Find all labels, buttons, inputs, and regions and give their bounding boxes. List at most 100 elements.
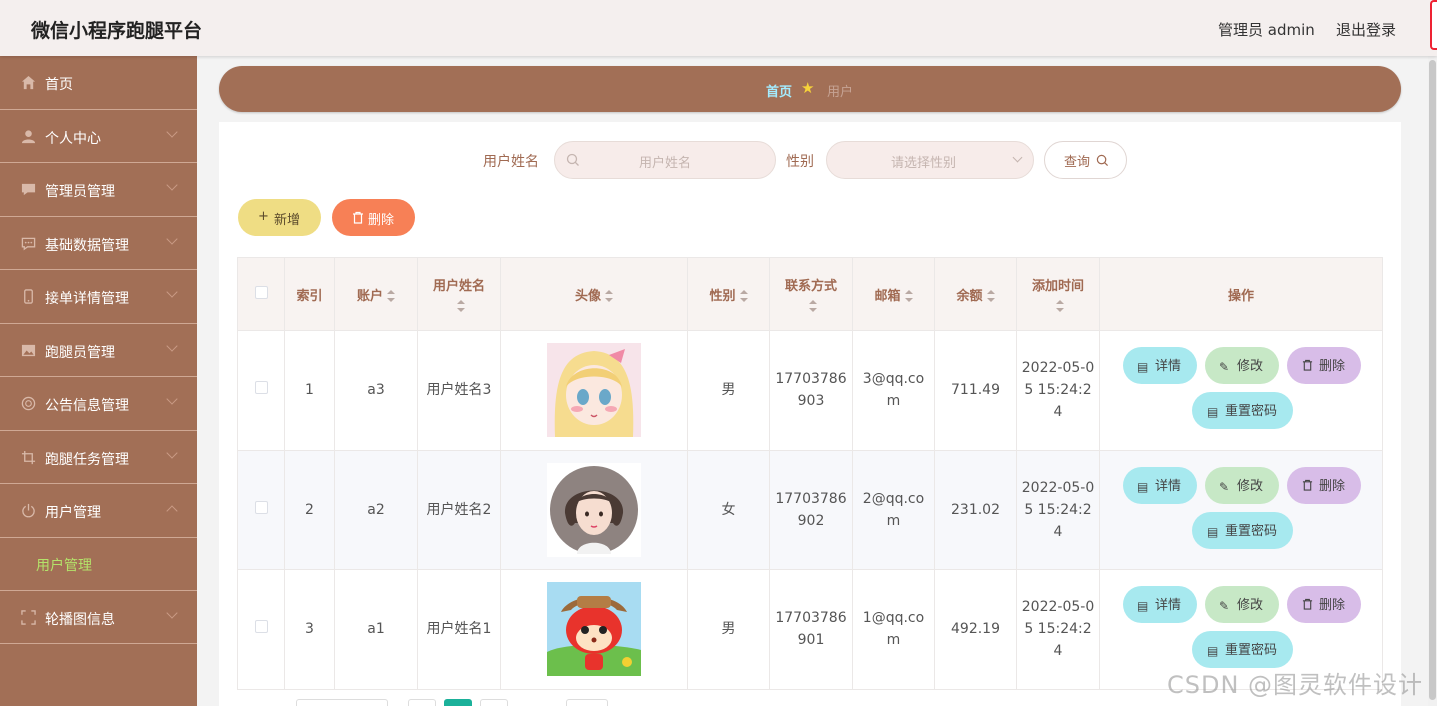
col-added-header[interactable]: 添加时间 xyxy=(1016,257,1100,331)
gender-select[interactable]: 请选择性别 xyxy=(826,141,1034,179)
col-phone: 联系方式 xyxy=(784,279,837,294)
sort-icon[interactable] xyxy=(1056,299,1064,312)
sidebar-item-profile[interactable]: 个人中心 xyxy=(0,110,197,163)
sidebar-item-label: 管理员管理 xyxy=(45,184,115,200)
scrollbar-thumb[interactable] xyxy=(1429,60,1436,700)
sidebar-item-label: 首页 xyxy=(45,77,73,93)
add-button[interactable]: + 新增 xyxy=(238,199,321,236)
sort-icon[interactable] xyxy=(387,290,395,302)
sidebar-item-admins[interactable]: 管理员管理 xyxy=(0,163,197,217)
delete-button[interactable]: 删除 xyxy=(1287,586,1361,624)
avatar[interactable] xyxy=(547,343,641,438)
query-button[interactable]: 查询 xyxy=(1044,141,1127,179)
plus-icon: + xyxy=(258,209,269,224)
sidebar-item-home[interactable]: 首页 xyxy=(0,56,197,110)
row-checkbox[interactable] xyxy=(254,500,268,514)
cell-gender: 男 xyxy=(687,330,770,451)
reset-password-button[interactable]: ▤ 重置密码 xyxy=(1192,511,1293,549)
chevron-down-icon xyxy=(166,286,178,298)
document-icon: ▤ xyxy=(1137,479,1149,494)
detail-button[interactable]: ▤ 详情 xyxy=(1123,586,1197,624)
cell-account: a1 xyxy=(334,569,418,690)
sidebar-item-label: 轮播图信息 xyxy=(45,611,115,628)
cell-name: 用户姓名1 xyxy=(417,569,501,690)
col-account-header[interactable]: 账户 xyxy=(334,257,418,331)
cell-gender: 女 xyxy=(687,449,770,570)
name-search-input[interactable]: 用户姓名 xyxy=(554,141,776,179)
logout-link[interactable]: 退出登录 xyxy=(1336,19,1396,40)
cell-index: 3 xyxy=(284,569,335,690)
reset-password-button[interactable]: ▤ 重置密码 xyxy=(1192,631,1293,669)
document-icon: ▤ xyxy=(1207,405,1219,420)
breadcrumb-home[interactable]: 首页 xyxy=(766,81,792,100)
sort-icon[interactable] xyxy=(809,299,817,312)
cell-added: 2022-05-05 15:24:24 xyxy=(1016,569,1100,690)
page-size-select[interactable] xyxy=(296,699,388,706)
star-icon: ★ xyxy=(801,79,815,97)
page-jump-input[interactable] xyxy=(566,699,608,706)
detail-button-label: 详情 xyxy=(1155,359,1182,375)
side-tab[interactable] xyxy=(1430,0,1437,50)
sidebar-item-tasks[interactable]: 跑腿任务管理 xyxy=(0,431,197,484)
chevron-down-icon xyxy=(166,446,178,459)
page-button-active[interactable] xyxy=(444,699,472,706)
col-added: 添加时间 xyxy=(1031,279,1084,294)
cell-added: 2022-05-05 15:24:24 xyxy=(1016,330,1100,451)
col-gender-header[interactable]: 性别 xyxy=(687,257,770,331)
cell-account: a2 xyxy=(334,449,418,570)
sidebar-item-carousel[interactable]: 轮播图信息 xyxy=(0,591,197,644)
cell-index: 1 xyxy=(284,330,335,451)
detail-button-label: 详情 xyxy=(1155,478,1182,494)
prev-page-button[interactable] xyxy=(408,699,436,706)
sidebar-item-orders[interactable]: 接单详情管理 xyxy=(0,270,197,324)
cell-phone: 17703786903 xyxy=(769,330,853,451)
sort-icon[interactable] xyxy=(457,299,465,312)
sidebar-subitem-users[interactable]: 用户管理 xyxy=(0,538,197,591)
sort-icon[interactable] xyxy=(739,290,748,302)
avatar[interactable] xyxy=(547,582,641,677)
watermark: CSDN @图灵软件设计 xyxy=(1167,671,1424,699)
cell-added: 2022-05-05 15:24:24 xyxy=(1016,449,1100,570)
sort-icon[interactable] xyxy=(605,290,613,302)
select-all-checkbox[interactable] xyxy=(254,285,268,299)
detail-button-label: 详情 xyxy=(1155,598,1182,614)
cell-index: 2 xyxy=(284,449,335,570)
avatar[interactable] xyxy=(547,462,641,557)
chevron-down-icon xyxy=(1012,152,1023,163)
detail-button[interactable]: ▤ 详情 xyxy=(1123,347,1197,385)
col-name-header[interactable]: 用户姓名 xyxy=(417,257,501,331)
reset-password-button[interactable]: ▤ 重置密码 xyxy=(1192,392,1293,430)
detail-button[interactable]: ▤ 详情 xyxy=(1123,466,1197,504)
row-checkbox[interactable] xyxy=(254,620,268,634)
row-checkbox[interactable] xyxy=(254,381,268,395)
sort-icon[interactable] xyxy=(986,290,995,302)
edit-button[interactable]: ✎ 修改 xyxy=(1205,466,1279,504)
sidebar-item-users[interactable]: 用户管理 xyxy=(0,484,197,538)
cell-balance: 711.49 xyxy=(934,330,1017,451)
edit-button[interactable]: ✎ 修改 xyxy=(1205,586,1279,624)
sidebar-item-basic-data[interactable]: 基础数据管理 xyxy=(0,217,197,270)
pencil-icon: ✎ xyxy=(1219,360,1230,375)
row-actions: ▤ 详情 ✎ 修改 删除 ▤ 重置密码 xyxy=(1104,340,1378,440)
sidebar: 首页 个人中心 管理员管理 基础数据管理 接单详情管理 跑腿员管理 公告信息管理… xyxy=(0,56,197,706)
batch-delete-button[interactable]: 删除 xyxy=(332,199,415,236)
col-email-header[interactable]: 邮箱 xyxy=(852,257,935,331)
delete-button-label: 删除 xyxy=(1319,478,1346,494)
select-all-cell[interactable] xyxy=(237,257,285,331)
edit-button[interactable]: ✎ 修改 xyxy=(1205,347,1279,385)
document-icon: ▤ xyxy=(1207,524,1219,539)
col-avatar-header[interactable]: 头像 xyxy=(500,257,688,331)
delete-button[interactable]: 删除 xyxy=(1287,466,1361,504)
cell-phone: 17703786901 xyxy=(769,569,853,690)
col-phone-header[interactable]: 联系方式 xyxy=(769,257,853,331)
cell-gender: 男 xyxy=(687,569,770,690)
sidebar-item-runners[interactable]: 跑腿员管理 xyxy=(0,324,197,377)
next-page-button[interactable] xyxy=(480,699,508,706)
sort-icon[interactable] xyxy=(904,290,913,302)
row-actions: ▤ 详情 ✎ 修改 删除 ▤ 重置密码 xyxy=(1104,460,1378,560)
col-balance-header[interactable]: 余额 xyxy=(934,257,1017,331)
sidebar-item-notices[interactable]: 公告信息管理 xyxy=(0,377,197,431)
chevron-down-icon xyxy=(166,232,178,245)
delete-button[interactable]: 删除 xyxy=(1287,347,1361,385)
query-button-label: 查询 xyxy=(1064,155,1091,170)
